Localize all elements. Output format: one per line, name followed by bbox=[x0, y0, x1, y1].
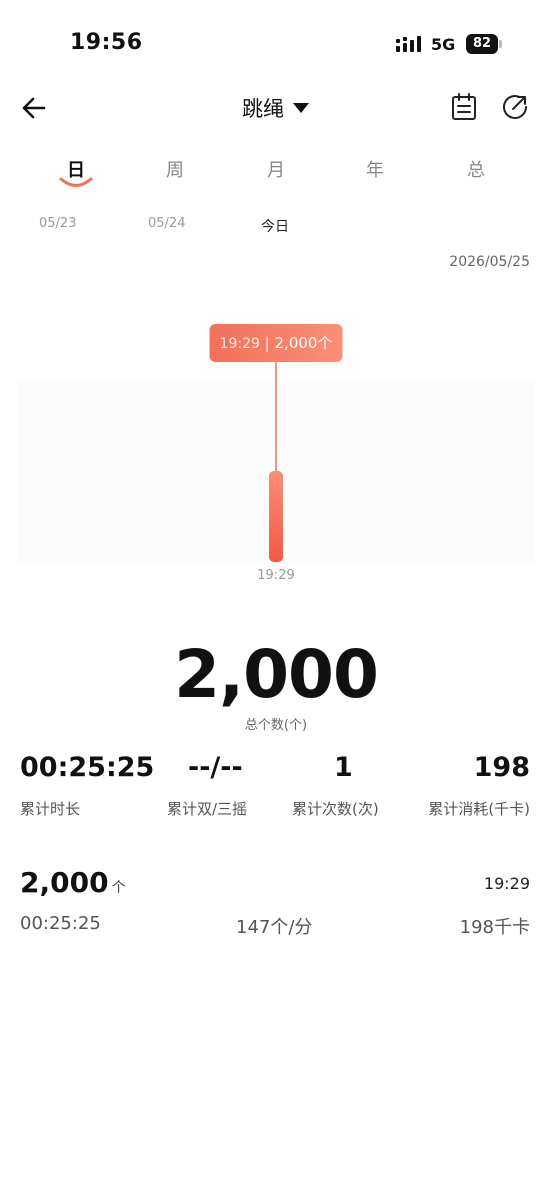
record-count-value: 2,000 bbox=[20, 866, 109, 899]
chart-tooltip: 19:29 | 2,000个 bbox=[209, 324, 343, 362]
page-title: 跳绳 bbox=[242, 97, 284, 121]
active-tab-indicator bbox=[59, 177, 93, 187]
battery-level: 82 bbox=[466, 34, 498, 54]
battery-icon: 82 bbox=[466, 34, 502, 54]
back-arrow-icon[interactable] bbox=[18, 92, 50, 124]
x-tick-label: 19:29 bbox=[257, 568, 295, 583]
date-item-0524[interactable]: 05/24 bbox=[148, 216, 185, 231]
record-rate: 147个/分 bbox=[236, 917, 313, 938]
record-count-unit: 个 bbox=[111, 880, 126, 896]
network-type: 5G bbox=[431, 35, 456, 54]
record-duration: 00:25:25 bbox=[20, 913, 101, 934]
stat-calories-label: 累计消耗(千卡) bbox=[428, 800, 530, 818]
share-icon[interactable] bbox=[500, 92, 530, 122]
signal-strength-icon bbox=[396, 36, 421, 52]
stat-sessions-label: 累计次数(次) bbox=[292, 800, 379, 818]
date-item-0523[interactable]: 05/23 bbox=[39, 216, 76, 231]
total-count-label: 总个数(个) bbox=[244, 718, 308, 733]
jump-rope-chart[interactable]: 19:29 | 2,000个 19:29 bbox=[18, 300, 534, 600]
stat-calories-value: 198 bbox=[473, 752, 530, 783]
stat-duration-value: 00:25:25 bbox=[20, 752, 155, 783]
tab-month[interactable]: 月 bbox=[256, 156, 296, 182]
tooltip-separator: | bbox=[264, 334, 275, 352]
date-item-today[interactable]: 今日 bbox=[261, 216, 289, 236]
stat-duration-label: 累计时长 bbox=[20, 800, 81, 818]
total-count-value: 2,000 bbox=[174, 636, 379, 713]
stat-sessions-value: 1 bbox=[334, 752, 353, 783]
calendar-icon[interactable] bbox=[449, 92, 479, 122]
stat-double-triple-label: 累计双/三摇 bbox=[167, 800, 248, 818]
tab-week[interactable]: 周 bbox=[155, 156, 195, 182]
status-bar: 19:56 5G 82 bbox=[0, 0, 552, 90]
tooltip-value: 2,000个 bbox=[274, 334, 333, 352]
tab-year[interactable]: 年 bbox=[355, 156, 395, 182]
current-date: 2026/05/25 bbox=[449, 254, 530, 270]
battery-cap bbox=[499, 40, 502, 48]
dropdown-triangle-icon bbox=[293, 103, 309, 113]
sport-type-selector[interactable]: 跳绳 bbox=[242, 93, 310, 123]
tab-total[interactable]: 总 bbox=[456, 156, 496, 182]
chart-bar-19:29[interactable] bbox=[269, 471, 283, 562]
status-time: 19:56 bbox=[70, 30, 143, 55]
record-calories: 198千卡 bbox=[459, 917, 530, 938]
tooltip-time: 19:29 bbox=[219, 336, 260, 352]
stat-double-triple-value: --/-- bbox=[188, 752, 243, 783]
record-time: 19:29 bbox=[483, 874, 530, 893]
record-count[interactable]: 2,000 个 bbox=[20, 866, 126, 899]
